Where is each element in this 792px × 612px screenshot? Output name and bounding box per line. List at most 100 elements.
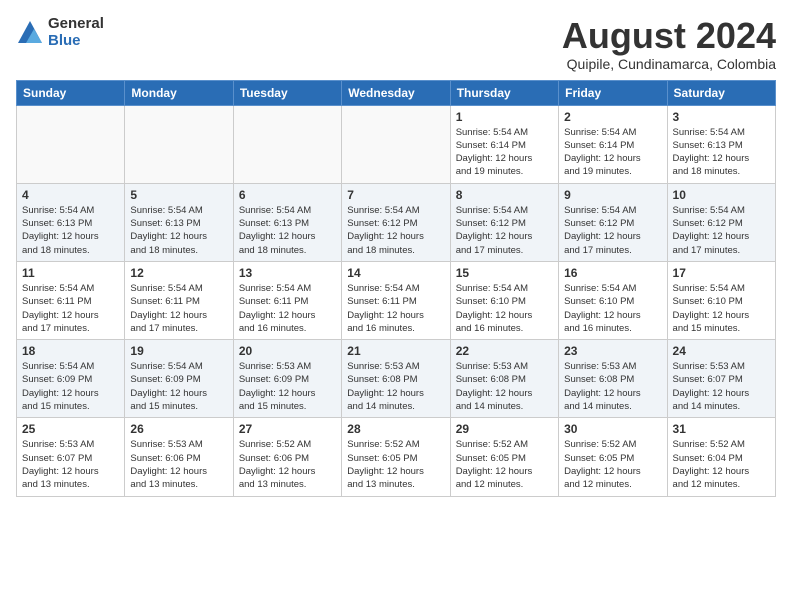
day-info: Sunrise: 5:52 AM Sunset: 6:05 PM Dayligh… [347, 438, 444, 491]
day-number: 29 [456, 422, 553, 436]
weekday-header-thursday: Thursday [450, 80, 558, 105]
day-number: 15 [456, 266, 553, 280]
weekday-header-saturday: Saturday [667, 80, 775, 105]
calendar-day-cell: 30 Sunrise: 5:52 AM Sunset: 6:05 PM Dayli… [559, 418, 667, 496]
calendar-day-cell: 20 Sunrise: 5:53 AM Sunset: 6:09 PM Dayli… [233, 340, 341, 418]
day-info: Sunrise: 5:54 AM Sunset: 6:09 PM Dayligh… [130, 360, 227, 413]
day-number: 4 [22, 188, 119, 202]
day-number: 16 [564, 266, 661, 280]
calendar-day-cell: 16 Sunrise: 5:54 AM Sunset: 6:10 PM Dayli… [559, 261, 667, 339]
day-number: 10 [673, 188, 770, 202]
day-number: 21 [347, 344, 444, 358]
day-number: 12 [130, 266, 227, 280]
page-header: General Blue August 2024 Quipile, Cundin… [16, 16, 776, 72]
calendar-day-cell: 13Sunrise: 5:54 AM Sunset: 6:11 PM Dayli… [233, 261, 341, 339]
weekday-header-monday: Monday [125, 80, 233, 105]
day-number: 23 [564, 344, 661, 358]
calendar-day-cell [125, 105, 233, 183]
calendar-week-row: 18 Sunrise: 5:54 AM Sunset: 6:09 PM Dayli… [17, 340, 776, 418]
calendar-day-cell: 11Sunrise: 5:54 AM Sunset: 6:11 PM Dayli… [17, 261, 125, 339]
day-number: 22 [456, 344, 553, 358]
day-info: Sunrise: 5:54 AM Sunset: 6:12 PM Dayligh… [564, 204, 661, 257]
day-number: 13 [239, 266, 336, 280]
day-number: 17 [673, 266, 770, 280]
day-number: 1 [456, 110, 553, 124]
calendar-day-cell: 1 Sunrise: 5:54 AM Sunset: 6:14 PM Daylig… [450, 105, 558, 183]
calendar-day-cell: 28 Sunrise: 5:52 AM Sunset: 6:05 PM Dayli… [342, 418, 450, 496]
day-number: 30 [564, 422, 661, 436]
day-info: Sunrise: 5:54 AM Sunset: 6:11 PM Dayligh… [347, 282, 444, 335]
day-info: Sunrise: 5:54 AM Sunset: 6:14 PM Dayligh… [564, 126, 661, 179]
calendar-day-cell: 6 Sunrise: 5:54 AM Sunset: 6:13 PM Daylig… [233, 183, 341, 261]
calendar-day-cell: 24 Sunrise: 5:53 AM Sunset: 6:07 PM Dayli… [667, 340, 775, 418]
calendar-week-row: 4 Sunrise: 5:54 AM Sunset: 6:13 PM Daylig… [17, 183, 776, 261]
calendar-day-cell: 23 Sunrise: 5:53 AM Sunset: 6:08 PM Dayli… [559, 340, 667, 418]
weekday-header-wednesday: Wednesday [342, 80, 450, 105]
calendar: SundayMondayTuesdayWednesdayThursdayFrid… [16, 80, 776, 497]
day-info: Sunrise: 5:54 AM Sunset: 6:11 PM Dayligh… [130, 282, 227, 335]
calendar-day-cell: 18Sunrise: 5:54 AM Sunset: 6:09 PM Dayli… [17, 340, 125, 418]
calendar-day-cell: 26Sunrise: 5:53 AM Sunset: 6:06 PM Dayli… [125, 418, 233, 496]
day-info: Sunrise: 5:53 AM Sunset: 6:07 PM Dayligh… [22, 438, 119, 491]
day-number: 20 [239, 344, 336, 358]
day-info: Sunrise: 5:52 AM Sunset: 6:05 PM Dayligh… [456, 438, 553, 491]
day-info: Sunrise: 5:52 AM Sunset: 6:06 PM Dayligh… [239, 438, 336, 491]
calendar-day-cell [233, 105, 341, 183]
weekday-header-row: SundayMondayTuesdayWednesdayThursdayFrid… [17, 80, 776, 105]
day-info: Sunrise: 5:54 AM Sunset: 6:10 PM Dayligh… [456, 282, 553, 335]
calendar-day-cell: 10 Sunrise: 5:54 AM Sunset: 6:12 PM Dayli… [667, 183, 775, 261]
day-info: Sunrise: 5:53 AM Sunset: 6:07 PM Dayligh… [673, 360, 770, 413]
day-info: Sunrise: 5:53 AM Sunset: 6:08 PM Dayligh… [456, 360, 553, 413]
day-info: Sunrise: 5:54 AM Sunset: 6:12 PM Dayligh… [673, 204, 770, 257]
day-info: Sunrise: 5:53 AM Sunset: 6:08 PM Dayligh… [347, 360, 444, 413]
logo-text: General Blue [48, 16, 104, 49]
calendar-day-cell: 7Sunrise: 5:54 AM Sunset: 6:12 PM Daylig… [342, 183, 450, 261]
day-info: Sunrise: 5:54 AM Sunset: 6:12 PM Dayligh… [456, 204, 553, 257]
day-info: Sunrise: 5:53 AM Sunset: 6:09 PM Dayligh… [239, 360, 336, 413]
calendar-day-cell [342, 105, 450, 183]
day-number: 24 [673, 344, 770, 358]
day-number: 18 [22, 344, 119, 358]
day-info: Sunrise: 5:54 AM Sunset: 6:13 PM Dayligh… [673, 126, 770, 179]
location: Quipile, Cundinamarca, Colombia [562, 56, 776, 72]
title-block: August 2024 Quipile, Cundinamarca, Colom… [562, 16, 776, 72]
day-number: 9 [564, 188, 661, 202]
day-info: Sunrise: 5:54 AM Sunset: 6:10 PM Dayligh… [564, 282, 661, 335]
calendar-day-cell: 2 Sunrise: 5:54 AM Sunset: 6:14 PM Daylig… [559, 105, 667, 183]
calendar-day-cell: 29 Sunrise: 5:52 AM Sunset: 6:05 PM Dayli… [450, 418, 558, 496]
calendar-day-cell: 22 Sunrise: 5:53 AM Sunset: 6:08 PM Dayli… [450, 340, 558, 418]
weekday-header-tuesday: Tuesday [233, 80, 341, 105]
calendar-day-cell: 8Sunrise: 5:54 AM Sunset: 6:12 PM Daylig… [450, 183, 558, 261]
day-number: 31 [673, 422, 770, 436]
day-info: Sunrise: 5:54 AM Sunset: 6:11 PM Dayligh… [22, 282, 119, 335]
day-info: Sunrise: 5:53 AM Sunset: 6:08 PM Dayligh… [564, 360, 661, 413]
weekday-header-sunday: Sunday [17, 80, 125, 105]
day-number: 5 [130, 188, 227, 202]
calendar-day-cell: 5 Sunrise: 5:54 AM Sunset: 6:13 PM Daylig… [125, 183, 233, 261]
calendar-day-cell: 14Sunrise: 5:54 AM Sunset: 6:11 PM Dayli… [342, 261, 450, 339]
day-info: Sunrise: 5:52 AM Sunset: 6:04 PM Dayligh… [673, 438, 770, 491]
day-info: Sunrise: 5:54 AM Sunset: 6:13 PM Dayligh… [130, 204, 227, 257]
day-info: Sunrise: 5:52 AM Sunset: 6:05 PM Dayligh… [564, 438, 661, 491]
day-number: 28 [347, 422, 444, 436]
day-number: 19 [130, 344, 227, 358]
calendar-day-cell: 9 Sunrise: 5:54 AM Sunset: 6:12 PM Daylig… [559, 183, 667, 261]
logo: General Blue [16, 16, 104, 49]
calendar-day-cell: 21 Sunrise: 5:53 AM Sunset: 6:08 PM Dayli… [342, 340, 450, 418]
calendar-day-cell: 4Sunrise: 5:54 AM Sunset: 6:13 PM Daylig… [17, 183, 125, 261]
logo-blue: Blue [48, 33, 104, 50]
weekday-header-friday: Friday [559, 80, 667, 105]
day-number: 25 [22, 422, 119, 436]
day-info: Sunrise: 5:54 AM Sunset: 6:14 PM Dayligh… [456, 126, 553, 179]
calendar-week-row: 11Sunrise: 5:54 AM Sunset: 6:11 PM Dayli… [17, 261, 776, 339]
day-number: 6 [239, 188, 336, 202]
day-info: Sunrise: 5:54 AM Sunset: 6:12 PM Dayligh… [347, 204, 444, 257]
day-info: Sunrise: 5:54 AM Sunset: 6:13 PM Dayligh… [239, 204, 336, 257]
calendar-day-cell: 3Sunrise: 5:54 AM Sunset: 6:13 PM Daylig… [667, 105, 775, 183]
day-number: 2 [564, 110, 661, 124]
calendar-day-cell: 17Sunrise: 5:54 AM Sunset: 6:10 PM Dayli… [667, 261, 775, 339]
logo-icon [16, 19, 44, 47]
month-title: August 2024 [562, 16, 776, 56]
calendar-day-cell: 19 Sunrise: 5:54 AM Sunset: 6:09 PM Dayli… [125, 340, 233, 418]
calendar-day-cell: 12 Sunrise: 5:54 AM Sunset: 6:11 PM Dayli… [125, 261, 233, 339]
